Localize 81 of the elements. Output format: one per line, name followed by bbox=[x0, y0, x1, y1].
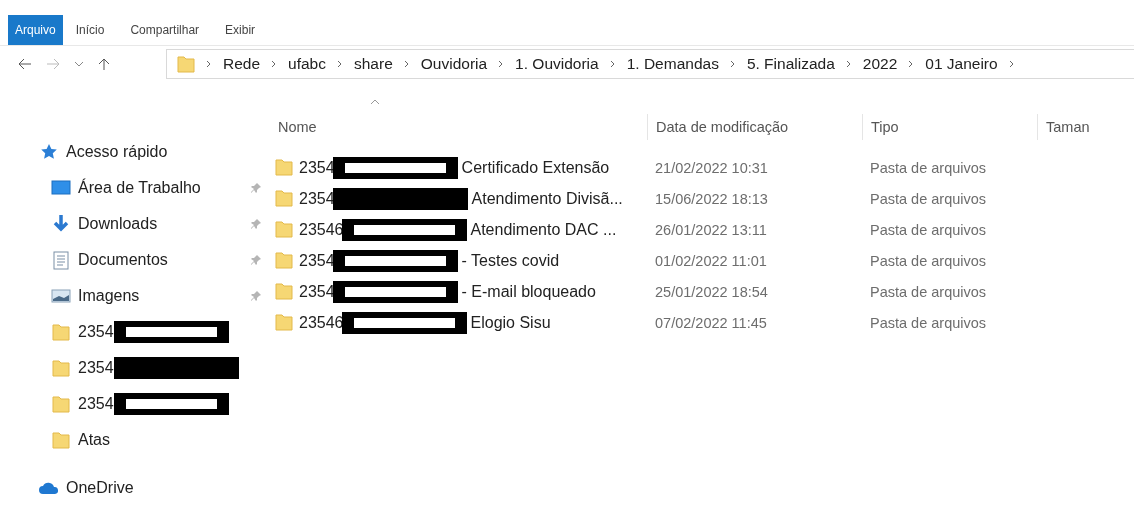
type-cell-text: Pasta de arquivos bbox=[869, 159, 988, 176]
chevron-right-icon bbox=[271, 60, 278, 68]
chevron-right-icon bbox=[1008, 60, 1015, 68]
type-cell-text: Pasta de arquivos bbox=[869, 252, 988, 269]
type-cell-text: Pasta de arquivos bbox=[869, 221, 988, 238]
column-header[interactable]: Nome bbox=[270, 114, 647, 140]
chevron-right-icon bbox=[729, 60, 736, 68]
column-header[interactable]: Tipo bbox=[862, 114, 1037, 140]
document-icon bbox=[53, 250, 69, 270]
nav-item[interactable]: Atas bbox=[78, 431, 110, 449]
type-cell-text: Pasta de arquivos bbox=[869, 314, 988, 331]
nav-item[interactable]: Imagens bbox=[78, 287, 140, 305]
file-name[interactable]: Atendimento Divisã... bbox=[471, 189, 623, 208]
cloud-icon bbox=[38, 481, 60, 495]
file-name[interactable]: - E-mail bloqueado bbox=[461, 282, 596, 301]
chevron-right-icon bbox=[498, 60, 505, 68]
back-arrow-icon[interactable] bbox=[18, 58, 32, 70]
type-cell-text: Pasta de arquivos bbox=[869, 283, 988, 300]
file-name[interactable]: 2354 bbox=[299, 282, 335, 301]
folder-icon bbox=[52, 394, 70, 414]
date-cell-text: 26/01/2022 13:11 bbox=[654, 221, 768, 238]
nav-item[interactable]: Documentos bbox=[78, 251, 168, 269]
breadcrumb[interactable]: share bbox=[354, 55, 393, 73]
ribbon-tab[interactable]: Exibir bbox=[212, 15, 269, 45]
picture-icon bbox=[51, 288, 71, 304]
column-header[interactable]: Taman bbox=[1037, 114, 1134, 140]
ribbon-tab[interactable]: Compartilhar bbox=[117, 15, 213, 45]
breadcrumb[interactable]: 01 Janeiro bbox=[925, 55, 998, 73]
chevron-right-icon bbox=[609, 60, 616, 68]
folder-icon bbox=[275, 158, 293, 177]
file-name[interactable]: 2354 bbox=[299, 251, 335, 270]
nav-item[interactable]: 2354 bbox=[78, 323, 114, 341]
file-name[interactable]: 2354 bbox=[299, 189, 335, 208]
type-cell-text: Pasta de arquivos bbox=[869, 190, 988, 207]
folder-icon bbox=[52, 430, 70, 450]
nav-item[interactable]: Área de Trabalho bbox=[78, 179, 201, 197]
chevron-right-icon bbox=[403, 60, 410, 68]
chevron-down-icon[interactable] bbox=[74, 60, 84, 68]
folder-icon bbox=[52, 322, 70, 342]
folder-icon bbox=[275, 220, 293, 239]
chevron-right-icon bbox=[337, 60, 343, 68]
breadcrumb[interactable]: 5. Finalizada bbox=[746, 55, 835, 73]
breadcrumb[interactable]: 1. Demandas bbox=[626, 55, 719, 73]
file-name[interactable]: Atendimento DAC ... bbox=[470, 220, 617, 239]
chevron-right-icon bbox=[206, 60, 212, 68]
nav-item[interactable]: 2354 bbox=[78, 395, 114, 413]
ribbon-tab[interactable]: Arquivo bbox=[8, 15, 63, 45]
folder-icon bbox=[275, 313, 293, 332]
breadcrumb[interactable]: Ouvidoria bbox=[420, 55, 488, 73]
chevron-right-icon bbox=[845, 60, 852, 68]
file-name[interactable]: - Testes covid bbox=[461, 251, 560, 270]
up-arrow-icon[interactable] bbox=[98, 57, 110, 71]
file-name[interactable]: 2354 bbox=[299, 158, 335, 177]
nav-item[interactable]: OneDrive bbox=[66, 479, 134, 497]
date-cell-text: 15/06/2022 18:13 bbox=[654, 190, 769, 207]
desktop-icon bbox=[51, 180, 71, 196]
date-cell-text: 01/02/2022 11:01 bbox=[654, 252, 768, 269]
file-name[interactable]: Elogio Sisu bbox=[470, 313, 551, 332]
file-name[interactable]: 23546 bbox=[299, 220, 344, 239]
folder-icon bbox=[52, 358, 70, 378]
breadcrumb[interactable]: Rede bbox=[223, 55, 261, 73]
download-arrow-icon bbox=[51, 214, 71, 234]
chevron-right-icon bbox=[908, 60, 915, 68]
date-cell-text: 07/02/2022 11:45 bbox=[654, 314, 768, 331]
column-header[interactable]: Data de modificação bbox=[647, 114, 862, 140]
ribbon-tab[interactable]: Início bbox=[62, 15, 118, 45]
breadcrumb[interactable]: 1. Ouvidoria bbox=[515, 55, 599, 73]
date-cell-text: 25/01/2022 18:54 bbox=[654, 283, 769, 300]
folder-icon bbox=[275, 189, 293, 208]
nav-item[interactable]: Acesso rápido bbox=[66, 143, 168, 161]
nav-item[interactable]: 2354 bbox=[78, 359, 114, 377]
file-name[interactable]: 23546 bbox=[299, 313, 344, 332]
folder-icon bbox=[177, 54, 195, 74]
date-cell-text: 21/02/2022 10:31 bbox=[654, 159, 769, 176]
breadcrumb[interactable]: 2022 bbox=[862, 55, 898, 73]
star-icon bbox=[40, 143, 58, 161]
folder-icon bbox=[275, 251, 293, 270]
folder-icon bbox=[275, 282, 293, 301]
nav-item[interactable]: Downloads bbox=[78, 215, 158, 233]
breadcrumb[interactable]: ufabc bbox=[288, 55, 326, 73]
file-name[interactable]: Certificado Extensão bbox=[461, 158, 610, 177]
